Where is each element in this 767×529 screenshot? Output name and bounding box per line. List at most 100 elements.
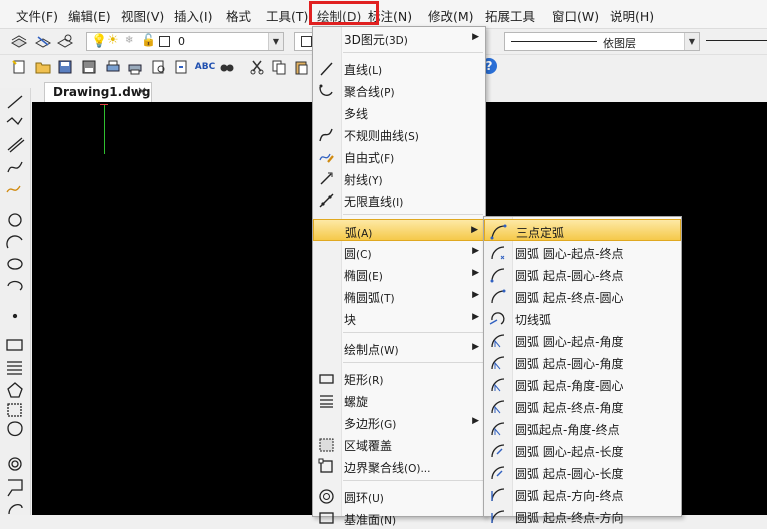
menu-format[interactable]: 格式 <box>226 6 251 25</box>
wipeout-tool-icon[interactable] <box>7 403 22 417</box>
publish-icon[interactable] <box>172 58 190 76</box>
cut-icon[interactable] <box>248 58 266 76</box>
menu-item-ellipse[interactable]: 椭圆(E) ▶ <box>313 263 485 285</box>
color-combo[interactable] <box>294 32 314 51</box>
preview-icon[interactable] <box>150 58 168 76</box>
polyline-tool-icon[interactable] <box>6 117 23 126</box>
menu-item-line[interactable]: 直线(L) <box>313 57 485 79</box>
arc-item-tangent[interactable]: 切线弧 <box>484 307 681 329</box>
arc-item-start-center-end[interactable]: 圆弧 起点-圆心-终点 <box>484 263 681 285</box>
arc-item-center-start-end[interactable]: 圆弧 圆心-起点-终点 <box>484 241 681 263</box>
layer-manager-icon[interactable] <box>10 32 28 50</box>
saveas-icon[interactable] <box>80 58 98 76</box>
menu-item-spline[interactable]: 不规则曲线(S) <box>313 123 485 145</box>
linetype-value: 依图层 <box>603 37 636 50</box>
region-tool-icon[interactable] <box>7 479 23 497</box>
find-icon[interactable] <box>218 58 236 76</box>
menu-item-wipeout[interactable]: 区域覆盖 <box>313 433 485 455</box>
boundary-tool-icon[interactable] <box>7 421 23 437</box>
menu-insert[interactable]: 插入(I) <box>174 6 212 25</box>
arc-item-3point[interactable]: 三点定弧 <box>484 219 681 241</box>
ellipse-tool-icon[interactable] <box>7 258 23 270</box>
arc-item-start-end-center[interactable]: 圆弧 起点-终点-圆心 <box>484 285 681 307</box>
close-icon[interactable]: × <box>137 84 147 98</box>
donut-tool-icon[interactable] <box>8 457 22 471</box>
freehand-tool-icon[interactable] <box>6 185 21 193</box>
chevron-down-icon[interactable]: ▼ <box>684 33 699 50</box>
menu-view[interactable]: 视图(V) <box>121 6 164 25</box>
open-folder-icon[interactable] <box>34 58 52 76</box>
menu-item-circle[interactable]: 圆(C) ▶ <box>313 241 485 263</box>
menu-help[interactable]: 说明(H) <box>610 6 654 25</box>
arc-item-label: 圆弧 圆心-起点-终点 <box>515 247 624 261</box>
rectangle-tool-icon[interactable] <box>6 339 23 351</box>
arc-tool-icon[interactable] <box>6 235 23 249</box>
arc-item-start-end-direction[interactable]: 圆弧 起点-终点-方向 <box>484 505 681 527</box>
menu-item-label: 椭圆弧 <box>344 291 381 305</box>
layer-combo[interactable]: 💡 ☀ ❄ 🔓 0 ▼ <box>86 32 284 51</box>
arc-item-start-angle-center[interactable]: 圆弧 起点-角度-圆心 <box>484 373 681 395</box>
menu-window[interactable]: 窗口(W) <box>552 6 599 25</box>
menu-item-key: (C) <box>356 249 372 261</box>
save-icon[interactable] <box>56 58 74 76</box>
submenu-arrow-icon: ▶ <box>471 225 478 235</box>
tab-drawing1[interactable]: Drawing1.dwg × <box>44 82 152 102</box>
ellipse-arc-tool-icon[interactable] <box>7 280 23 291</box>
menu-item-rectangle[interactable]: 矩形(R) <box>313 367 485 389</box>
arc-item-start-angle-end[interactable]: 圆弧起点-角度-终点 <box>484 417 681 439</box>
menu-item-point[interactable]: 绘制点(W) ▶ <box>313 337 485 359</box>
tab-label: Drawing1.dwg <box>53 85 151 99</box>
menu-item-key: (3D) <box>384 35 408 47</box>
helix-tool-icon[interactable] <box>7 361 22 375</box>
menu-item-ray[interactable]: 射线(Y) <box>313 167 485 189</box>
paste-icon[interactable] <box>292 58 310 76</box>
arc-item-label: 三点定弧 <box>516 226 565 240</box>
menu-item-arc[interactable]: 弧(A) ▶ <box>313 219 485 241</box>
menu-item-polygon[interactable]: 多边形(G) ▶ <box>313 411 485 433</box>
arc-angle-icon <box>491 356 505 370</box>
polygon-tool-icon[interactable] <box>7 382 23 398</box>
menu-tools[interactable]: 工具(T) <box>266 6 308 25</box>
circle-tool-icon[interactable] <box>8 213 22 227</box>
point-tool-icon[interactable] <box>12 313 18 319</box>
arc-item-label: 圆弧 起点-圆心-终点 <box>515 269 624 283</box>
spline-tool-icon[interactable] <box>7 161 23 173</box>
menu-extend-tools[interactable]: 拓展工具 <box>485 6 535 25</box>
arc-item-start-direction-end[interactable]: 圆弧 起点-方向-终点 <box>484 483 681 505</box>
menu-modify[interactable]: 修改(M) <box>428 6 474 25</box>
arc-item-start-center-angle[interactable]: 圆弧 起点-圆心-角度 <box>484 351 681 373</box>
menu-item-key: (A) <box>357 228 373 240</box>
spellcheck-icon[interactable]: ABC <box>195 58 215 76</box>
layer-previous-icon[interactable] <box>56 32 74 50</box>
menu-item-block[interactable]: 块 ▶ <box>313 307 485 329</box>
arc-item-start-end-angle[interactable]: 圆弧 起点-终点-角度 <box>484 395 681 417</box>
arc-item-start-center-length[interactable]: 圆弧 起点-圆心-长度 <box>484 461 681 483</box>
copy-icon[interactable] <box>270 58 288 76</box>
menu-edit[interactable]: 编辑(E) <box>68 6 111 25</box>
menu-item-ellipse-arc[interactable]: 椭圆弧(T) ▶ <box>313 285 485 307</box>
menu-separator <box>343 52 483 53</box>
revcloud-tool-icon[interactable] <box>8 503 23 515</box>
plot-icon[interactable] <box>126 58 144 76</box>
ray-icon <box>320 172 333 185</box>
print-icon[interactable] <box>104 58 122 76</box>
menu-item-polyline[interactable]: 聚合线(P) <box>313 79 485 101</box>
arc-item-center-start-length[interactable]: 圆弧 圆心-起点-长度 <box>484 439 681 461</box>
menu-item-boundary[interactable]: 边界聚合线(O)... <box>313 455 485 477</box>
menu-item-multiline[interactable]: 多线 <box>313 101 485 123</box>
line-tool-icon[interactable] <box>7 95 23 109</box>
menu-item-xline[interactable]: 无限直线(I) <box>313 189 485 211</box>
linetype-combo[interactable]: 依图层 ▼ <box>504 32 700 51</box>
menu-item-helix[interactable]: 螺旋 <box>313 389 485 411</box>
new-file-icon[interactable] <box>10 58 28 76</box>
menu-item-datum-plane[interactable]: 基准面(N) <box>313 507 485 529</box>
arc-item-center-start-angle[interactable]: 圆弧 圆心-起点-角度 <box>484 329 681 351</box>
multiline-tool-icon[interactable] <box>7 137 25 153</box>
menu-item-freehand[interactable]: 自由式(F) <box>313 145 485 167</box>
arc-direction-icon <box>491 510 505 524</box>
menu-file[interactable]: 文件(F) <box>16 6 58 25</box>
menu-item-3d-primitives[interactable]: 3D图元(3D) ▶ <box>313 27 485 49</box>
layer-state-icon[interactable] <box>34 32 52 50</box>
chevron-down-icon[interactable]: ▼ <box>268 33 283 50</box>
menu-item-donut[interactable]: 圆环(U) <box>313 485 485 507</box>
